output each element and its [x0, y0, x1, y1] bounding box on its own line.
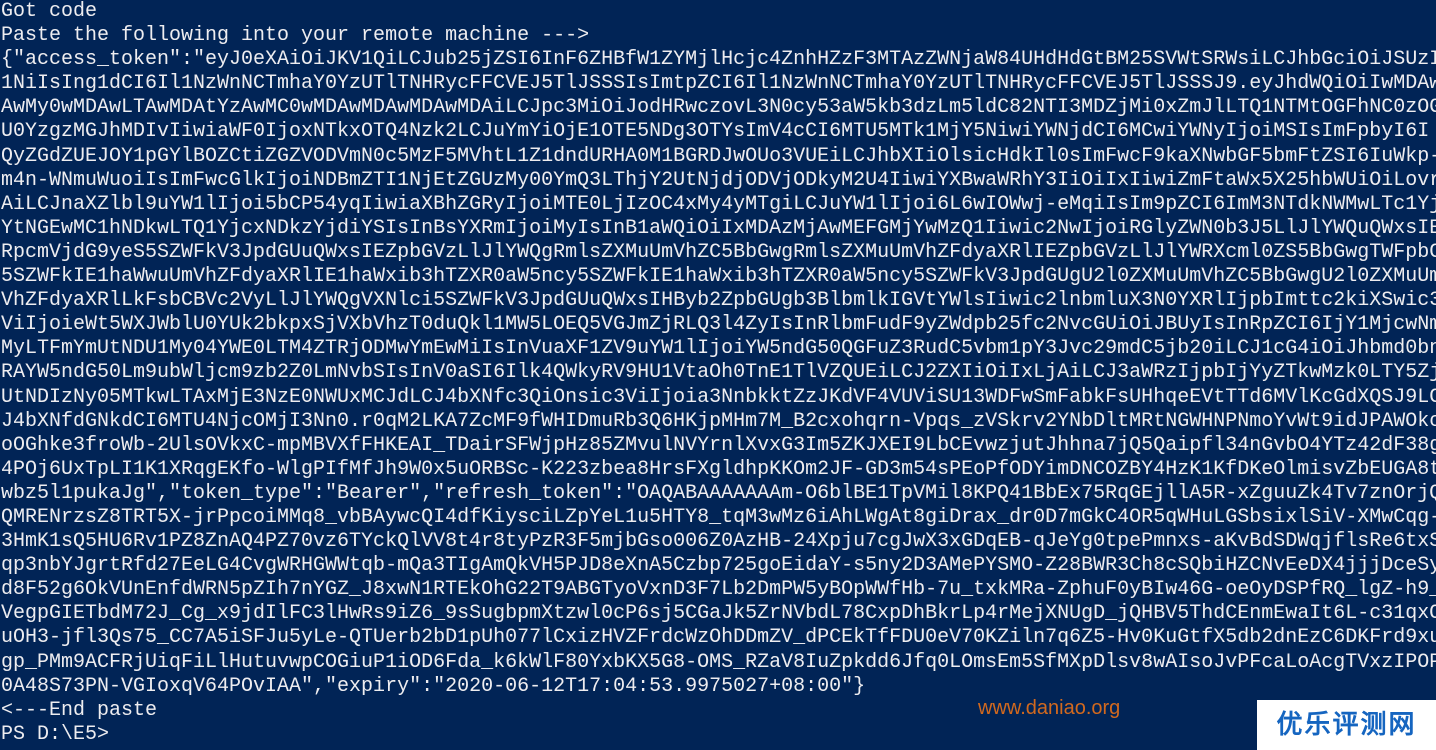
terminal-line: Got code — [1, 0, 98, 23]
terminal-line: m4n-WNmuWuoiIsImFwcGlkIjoiNDBmZTI1NjEtZG… — [1, 168, 1436, 192]
terminal-line: AiLCJnaXZlbl9uYW1lIjoi5bCP54yqIiwiaXBhZG… — [1, 192, 1436, 216]
terminal-line: ViIjoieWt5WXJWblU0YUk2bkpxSjVXbVhzT0duQk… — [1, 313, 1436, 337]
site-logo-text: 优乐评测网 — [1276, 709, 1417, 740]
terminal-line: oOGhke3froWb-2UlsOVkxC-mpMBVXfFHKEAI_TDa… — [1, 433, 1436, 457]
terminal-line: <---End paste — [1, 698, 158, 722]
terminal-line: QyZGdZUEJOY1pGYlBOZCtiZGZVODVmN0c5MzF5MV… — [1, 144, 1436, 168]
terminal-output: Got code Paste the following into your re… — [0, 0, 1436, 747]
terminal-line: 5SZWFkIE1haWwuUmVhZFdyaXRlIE1haWxib3hTZX… — [1, 265, 1436, 289]
terminal-line: 0A48S73PN-VGIoxqV64POvIAA","expiry":"202… — [1, 674, 866, 698]
site-logo: 优乐评测网 — [1257, 700, 1436, 750]
terminal-line: qp3nbYJgrtRfd27EeLG4CvgWRHGWWtqb-mQa3TIg… — [1, 554, 1436, 578]
terminal-line: RAYW5ndG50Lm9ubWljcm9zb2Z0LmNvbSIsInV0aS… — [1, 361, 1436, 385]
terminal-line: VegpGIETbdM72J_Cg_x9jdIlFC3lHwRs9iZ6_9sS… — [1, 602, 1436, 626]
terminal-line: 4POj6UxTpLI1K1XRqgEKfo-WlgPIfMfJh9W0x5uO… — [1, 457, 1436, 481]
terminal-line: U0YzgzMGJhMDIvIiwiaWF0IjoxNTkxOTQ4Nzk2LC… — [1, 120, 1430, 144]
shell-prompt: PS D:\E5> — [1, 722, 110, 746]
terminal-line: gp_PMm9ACFRjUiqFiLlHutuvwpCOGiuP1iOD6Fda… — [1, 650, 1436, 674]
watermark-url: www.daniao.org — [978, 697, 1121, 719]
terminal-line: Paste the following into your remote mac… — [1, 24, 590, 48]
terminal-line: 3HmK1sQ5HU6Rv1PZ8ZnAQ4PZ70vz6TYckQlVV8t4… — [1, 530, 1436, 554]
terminal-line: VhZFdyaXRlLkFsbCBVc2VyLlJlYWQgVXNlci5SZW… — [1, 289, 1436, 313]
terminal-line: YtNGEwMC1hNDkwLTQ1YjcxNDkzYjdiYSIsInBsYX… — [1, 216, 1436, 240]
terminal-line: wbz5l1pukaJg","token_type":"Bearer","ref… — [1, 481, 1436, 505]
terminal-line: d8F52g6OkVUnEnfdWRN5pZIh7nYGZ_J8xwN1RTEk… — [1, 578, 1436, 602]
terminal-line: AwMy0wMDAwLTAwMDAtYzAwMC0wMDAwMDAwMDAwMD… — [1, 96, 1436, 120]
terminal-line: UtNDIzNy05MTkwLTAxMjE3NzE0NWUxMCJdLCJ4bX… — [1, 385, 1436, 409]
terminal-line: QMRENrzsZ8TRT5X-jrPpcoiMMq8_vbBAywcQI4df… — [1, 505, 1436, 529]
terminal-window[interactable]: Got code Paste the following into your re… — [0, 0, 1436, 750]
terminal-line: MyLTFmYmUtNDU1My04YWE0LTM4ZTRjODMwYmEwMi… — [1, 337, 1436, 361]
terminal-line: 1NiIsIng1dCI6Il1NzWnNCTmhaY0YzUTlTNHRycF… — [1, 72, 1436, 96]
terminal-line: {"access_token":"eyJ0eXAiOiJKV1QiLCJub25… — [1, 48, 1436, 72]
terminal-line: J4bXNfdGNkdCI6MTU4NjcOMjI3Nn0.r0qM2LKA7Z… — [1, 409, 1436, 433]
terminal-line: RpcmVjdG9yeS5SZWFkV3JpdGUuQWxsIEZpbGVzLl… — [1, 240, 1436, 264]
terminal-line: uOH3-jfl3Qs75_CC7A5iSFJu5yLe-QTUerb2bD1p… — [1, 626, 1436, 650]
